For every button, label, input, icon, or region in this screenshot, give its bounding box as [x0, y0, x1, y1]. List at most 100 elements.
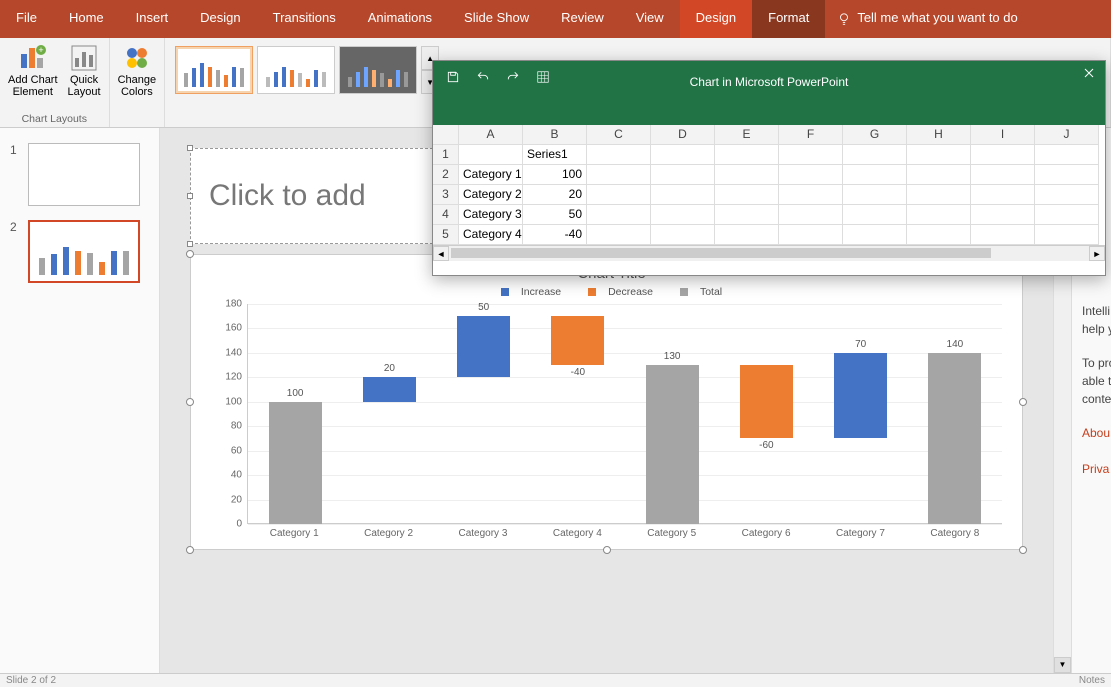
cell[interactable]: [843, 165, 907, 185]
cell[interactable]: [587, 225, 651, 245]
about-link[interactable]: Abou: [1082, 426, 1110, 440]
cell[interactable]: [843, 205, 907, 225]
privacy-link[interactable]: Priva: [1082, 462, 1109, 476]
cell[interactable]: [971, 225, 1035, 245]
spreadsheet-grid[interactable]: ABCDEFGHIJ1Series12Category 11003Categor…: [433, 125, 1105, 245]
col-header[interactable]: E: [715, 125, 779, 145]
cell[interactable]: [651, 225, 715, 245]
cell[interactable]: [779, 145, 843, 165]
cell[interactable]: Category 3: [459, 205, 523, 225]
cell[interactable]: [587, 145, 651, 165]
tab-chart-format[interactable]: Format: [752, 0, 825, 38]
cell[interactable]: [587, 185, 651, 205]
col-header[interactable]: I: [971, 125, 1035, 145]
tab-chart-design[interactable]: Design: [680, 0, 752, 38]
tab-home[interactable]: Home: [53, 0, 120, 38]
data-bar[interactable]: [269, 402, 322, 524]
chart-data-editor[interactable]: Chart in Microsoft PowerPoint ABCDEFGHIJ…: [432, 60, 1106, 276]
cell[interactable]: [651, 165, 715, 185]
sheet-hscrollbar[interactable]: ◄ ►: [433, 245, 1105, 261]
col-header[interactable]: [433, 125, 459, 145]
cell[interactable]: [1035, 205, 1099, 225]
cell[interactable]: [715, 145, 779, 165]
cell[interactable]: [779, 185, 843, 205]
tab-design-main[interactable]: Design: [184, 0, 256, 38]
tell-me-search[interactable]: Tell me what you want to do: [825, 0, 1033, 38]
redo-icon[interactable]: [503, 67, 523, 87]
cell[interactable]: [971, 165, 1035, 185]
cell[interactable]: [459, 145, 523, 165]
tab-slideshow[interactable]: Slide Show: [448, 0, 545, 38]
col-header[interactable]: A: [459, 125, 523, 145]
data-bar[interactable]: [646, 365, 699, 524]
undo-icon[interactable]: [473, 67, 493, 87]
cell[interactable]: [651, 145, 715, 165]
cell[interactable]: [779, 165, 843, 185]
row-header[interactable]: 2: [433, 165, 459, 185]
cell[interactable]: [907, 205, 971, 225]
cell[interactable]: [651, 185, 715, 205]
cell[interactable]: [779, 205, 843, 225]
cell[interactable]: [587, 205, 651, 225]
cell[interactable]: [907, 145, 971, 165]
notes-toggle[interactable]: Notes: [1079, 675, 1105, 686]
cell[interactable]: 100: [523, 165, 587, 185]
cell[interactable]: [907, 185, 971, 205]
sheet-scroll-thumb[interactable]: [451, 248, 991, 258]
col-header[interactable]: H: [907, 125, 971, 145]
chart-legend[interactable]: Increase Decrease Total: [221, 286, 1002, 298]
cell[interactable]: [1035, 225, 1099, 245]
cell[interactable]: [907, 165, 971, 185]
data-bar[interactable]: [551, 316, 604, 365]
cell[interactable]: 50: [523, 205, 587, 225]
chart-object[interactable]: Chart Title Increase Decrease Total 0204…: [190, 254, 1023, 550]
col-header[interactable]: J: [1035, 125, 1099, 145]
chart-style-thumb-1[interactable]: [175, 46, 253, 94]
quick-layout-button[interactable]: Quick Layout: [66, 42, 103, 100]
scroll-down-button[interactable]: ▼: [1054, 657, 1071, 673]
cell[interactable]: [1035, 145, 1099, 165]
tab-view[interactable]: View: [620, 0, 680, 38]
chart-style-thumb-3[interactable]: [339, 46, 417, 94]
cell[interactable]: 20: [523, 185, 587, 205]
row-header[interactable]: 1: [433, 145, 459, 165]
data-bar[interactable]: [740, 365, 793, 438]
slide-thumb-1[interactable]: 1: [10, 143, 149, 206]
edit-data-icon[interactable]: [533, 67, 553, 87]
cell[interactable]: [1035, 185, 1099, 205]
cell[interactable]: [843, 185, 907, 205]
cell[interactable]: Category 2: [459, 185, 523, 205]
tab-transitions[interactable]: Transitions: [257, 0, 352, 38]
cell[interactable]: [587, 165, 651, 185]
data-bar[interactable]: [457, 316, 510, 377]
data-bar[interactable]: [928, 353, 981, 524]
add-chart-element-button[interactable]: + Add Chart Element: [6, 42, 60, 100]
save-icon[interactable]: [443, 67, 463, 87]
cell[interactable]: Category 1: [459, 165, 523, 185]
data-bar[interactable]: [834, 353, 887, 439]
cell[interactable]: [971, 185, 1035, 205]
tab-file[interactable]: File: [0, 0, 53, 38]
row-header[interactable]: 5: [433, 225, 459, 245]
cell[interactable]: [715, 185, 779, 205]
cell[interactable]: [907, 225, 971, 245]
change-colors-button[interactable]: Change Colors: [116, 42, 159, 100]
cell[interactable]: [715, 205, 779, 225]
tab-animations[interactable]: Animations: [352, 0, 448, 38]
col-header[interactable]: D: [651, 125, 715, 145]
chart-style-thumb-2[interactable]: [257, 46, 335, 94]
slide-thumb-2[interactable]: 2: [10, 220, 149, 283]
row-header[interactable]: 4: [433, 205, 459, 225]
col-header[interactable]: C: [587, 125, 651, 145]
col-header[interactable]: F: [779, 125, 843, 145]
data-bar[interactable]: [363, 377, 416, 401]
cell[interactable]: [843, 145, 907, 165]
tab-insert[interactable]: Insert: [120, 0, 185, 38]
row-header[interactable]: 3: [433, 185, 459, 205]
sheet-scroll-left[interactable]: ◄: [433, 246, 449, 261]
cell[interactable]: [715, 225, 779, 245]
cell[interactable]: Series1: [523, 145, 587, 165]
cell[interactable]: -40: [523, 225, 587, 245]
cell[interactable]: [971, 205, 1035, 225]
cell[interactable]: [651, 205, 715, 225]
